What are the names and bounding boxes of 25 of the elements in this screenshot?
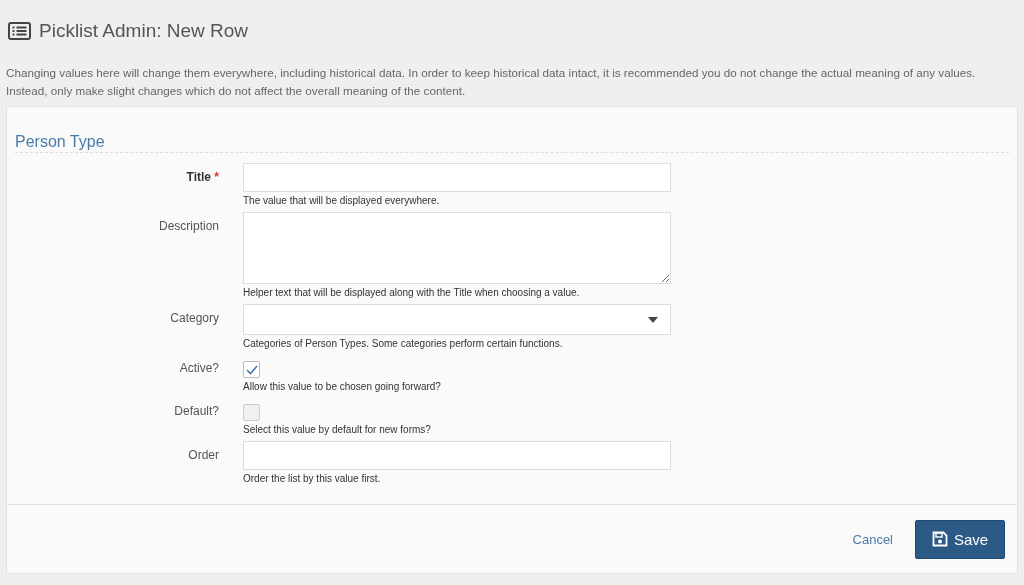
text-field[interactable] (243, 441, 671, 470)
help-text: Order the list by this value first. (243, 473, 382, 484)
field-label: Default? (173, 403, 219, 420)
field-label: Description (157, 218, 219, 235)
field-label: Title * (185, 169, 219, 186)
field-label: Category (169, 310, 219, 327)
field-label: Active? (178, 360, 219, 377)
text-area[interactable] (243, 212, 671, 284)
list-icon (8, 22, 31, 40)
save-button[interactable]: Save (915, 519, 1005, 559)
notice-text: Changing values here will change them everywhere, including historical data. In order to keep historical data intact, it is recommended you do not change the actual meaning of any values. Instead, only make slight changes which do not affect the overall meaning of the content. (6, 65, 977, 99)
checkbox[interactable] (243, 404, 260, 421)
select-dropdown[interactable] (243, 304, 671, 335)
help-text: Allow this value to be chosen going forward? (243, 381, 442, 392)
help-text: Categories of Person Types. Some categories perform certain functions. (243, 338, 564, 349)
help-text: Select this value by default for new forms? (243, 424, 432, 435)
help-text: The value that will be displayed everywhere. (243, 195, 441, 206)
page-title: Picklist Admin: New Row (39, 20, 249, 42)
section-legend: Person Type (15, 133, 1009, 153)
field-label: Order (187, 447, 219, 464)
help-text: Helper text that will be displayed along with the Title when choosing a value. (243, 287, 581, 298)
text-field[interactable] (243, 163, 671, 192)
checkbox[interactable] (243, 361, 260, 378)
caret-icon (648, 316, 658, 323)
cancel-link[interactable]: Cancel (852, 531, 893, 547)
